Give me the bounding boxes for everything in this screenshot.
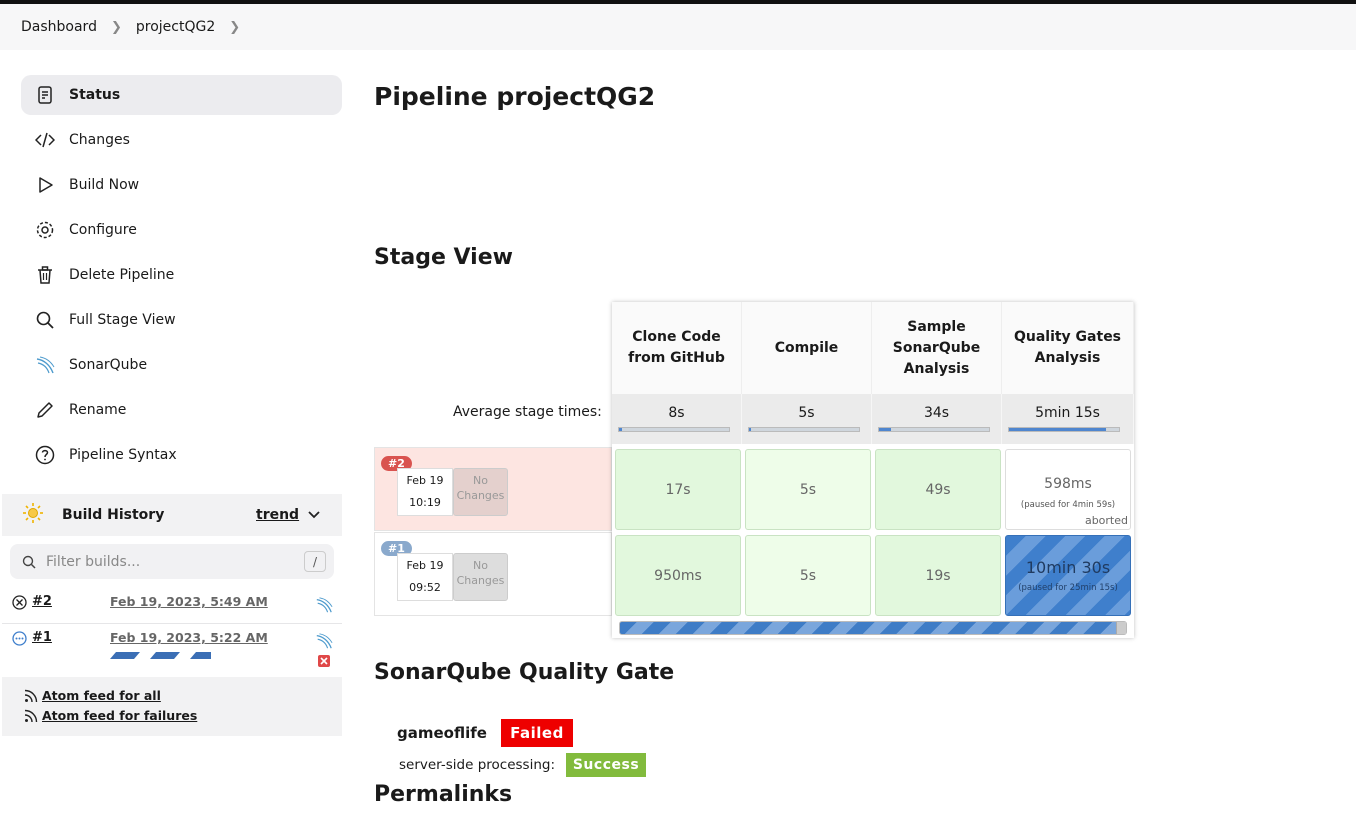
play-icon — [35, 175, 55, 195]
average-progress-bar — [748, 427, 860, 432]
run-date: Feb 19 09:52 — [397, 553, 453, 601]
sidebar-item-delete-pipeline[interactable]: Delete Pipeline — [21, 255, 342, 295]
sidebar-item-label: Delete Pipeline — [69, 267, 175, 283]
stage-average: 8s — [612, 394, 742, 444]
sidebar-item-label: SonarQube — [69, 357, 148, 373]
stage-view-progress-bar — [619, 621, 1127, 635]
scrollbar-thumb[interactable] — [1116, 622, 1126, 634]
stage-cell-aborted[interactable]: 598ms (paused for 4min 59s) aborted — [1005, 449, 1131, 530]
code-icon — [35, 130, 55, 150]
sidebar-item-sonarqube[interactable]: SonarQube — [21, 345, 342, 385]
search-icon — [22, 555, 36, 569]
build-row-1[interactable]: #1 Feb 19, 2023, 5:22 AM — [2, 626, 342, 674]
average-progress-bar — [1008, 427, 1120, 432]
sidebar-item-label: Full Stage View — [69, 312, 176, 328]
stage-average: 34s — [872, 394, 1002, 444]
sidebar-item-full-stage-view[interactable]: Full Stage View — [21, 300, 342, 340]
cancel-build-icon[interactable] — [318, 655, 330, 671]
rss-icon — [24, 689, 38, 703]
chevron-right-icon[interactable]: ❯ — [111, 20, 122, 35]
atom-feeds: Atom feed for all Atom feed for failures — [2, 677, 342, 736]
stage-cell[interactable]: 17s — [615, 449, 741, 530]
sidebar-item-changes[interactable]: Changes — [21, 120, 342, 160]
chevron-down-icon[interactable] — [308, 508, 320, 522]
average-stage-times-label: Average stage times: — [453, 404, 602, 420]
sidebar-item-label: Rename — [69, 402, 127, 418]
build-history-title: Build History — [62, 507, 165, 523]
sidebar-item-pipeline-syntax[interactable]: Pipeline Syntax — [21, 435, 342, 475]
build-number-link[interactable]: #1 — [32, 630, 52, 645]
stage-header: Clone Code from GitHub — [612, 302, 742, 394]
keyboard-shortcut-hint: / — [304, 551, 326, 572]
quality-gate-title: SonarQube Quality Gate — [374, 660, 675, 685]
processing-success-badge: Success — [566, 753, 646, 777]
sidebar-item-label: Status — [69, 87, 121, 103]
average-progress-bar — [878, 427, 990, 432]
chevron-right-icon[interactable]: ❯ — [229, 20, 240, 35]
breadcrumb-dashboard[interactable]: Dashboard — [21, 19, 97, 35]
sidebar-item-label: Configure — [69, 222, 137, 238]
atom-feed-failures-link[interactable]: Atom feed for failures — [24, 708, 197, 723]
in-progress-status-icon — [12, 631, 27, 646]
stage-cell[interactable]: 950ms — [615, 535, 741, 616]
stage-view-table: Clone Code from GitHub Compile Sample So… — [612, 302, 1134, 638]
breadcrumb: Dashboard ❯ projectQG2 ❯ — [0, 4, 1356, 50]
sidebar-item-label: Changes — [69, 132, 130, 148]
sonarqube-icon[interactable] — [315, 596, 333, 614]
aborted-label: aborted — [1084, 514, 1128, 527]
gear-icon — [35, 220, 55, 240]
stage-cell[interactable]: 19s — [875, 535, 1001, 616]
stage-cell-running[interactable]: 10min 30s (paused for 25min 15s) — [1005, 535, 1131, 616]
build-date-link[interactable]: Feb 19, 2023, 5:22 AM — [110, 630, 268, 645]
sidebar-item-rename[interactable]: Rename — [21, 390, 342, 430]
rss-icon — [24, 709, 38, 723]
trash-icon — [35, 265, 55, 285]
stage-cell[interactable]: 5s — [745, 449, 871, 530]
trend-link[interactable]: trend — [256, 507, 299, 523]
sonarqube-icon[interactable] — [315, 632, 333, 650]
run-date: Feb 19 10:19 — [397, 468, 453, 516]
server-side-processing-label: server-side processing: — [399, 757, 555, 773]
aborted-status-icon — [12, 595, 27, 610]
breadcrumb-project[interactable]: projectQG2 — [136, 19, 215, 35]
sidebar-item-build-now[interactable]: Build Now — [21, 165, 342, 205]
run-row-1[interactable]: #1 Feb 19 09:52 No Changes — [374, 532, 612, 616]
page-title: Pipeline projectQG2 — [374, 82, 656, 111]
stage-cell[interactable]: 5s — [745, 535, 871, 616]
document-icon — [35, 85, 55, 105]
build-date-link[interactable]: Feb 19, 2023, 5:49 AM — [110, 594, 268, 609]
build-history-header: Build History trend — [2, 494, 342, 536]
help-icon — [35, 445, 55, 465]
sidebar-item-label: Build Now — [69, 177, 140, 193]
no-changes-box[interactable]: No Changes — [453, 468, 508, 516]
stage-average: 5min 15s — [1002, 394, 1134, 444]
search-icon — [35, 310, 55, 330]
permalinks-title: Permalinks — [374, 782, 513, 807]
no-changes-box[interactable]: No Changes — [453, 553, 508, 601]
build-progress-bar — [110, 648, 212, 663]
sidebar-item-label: Pipeline Syntax — [69, 447, 177, 463]
stage-header: Sample SonarQube Analysis — [872, 302, 1002, 394]
divider — [2, 623, 342, 624]
run-row-2[interactable]: #2 Feb 19 10:19 No Changes — [374, 447, 612, 531]
filter-placeholder: Filter builds... — [46, 553, 141, 570]
stage-view-title: Stage View — [374, 245, 513, 270]
pencil-icon — [35, 400, 55, 420]
average-progress-bar — [618, 427, 730, 432]
sidebar-item-status[interactable]: Status — [21, 75, 342, 115]
stage-header: Quality Gates Analysis — [1002, 302, 1134, 394]
quality-gate-project: gameoflife — [397, 724, 487, 742]
stage-header: Compile — [742, 302, 872, 394]
quality-gate-failed-badge: Failed — [501, 719, 573, 747]
sonarqube-icon — [35, 355, 55, 375]
stage-average: 5s — [742, 394, 872, 444]
sidebar-item-configure[interactable]: Configure — [21, 210, 342, 250]
build-number-link[interactable]: #2 — [32, 594, 52, 609]
stage-cell[interactable]: 49s — [875, 449, 1001, 530]
atom-feed-all-link[interactable]: Atom feed for all — [24, 688, 161, 703]
build-row-2[interactable]: #2 Feb 19, 2023, 5:49 AM — [2, 590, 342, 623]
sun-icon — [22, 502, 44, 528]
filter-builds-input[interactable]: Filter builds... / — [10, 544, 334, 579]
